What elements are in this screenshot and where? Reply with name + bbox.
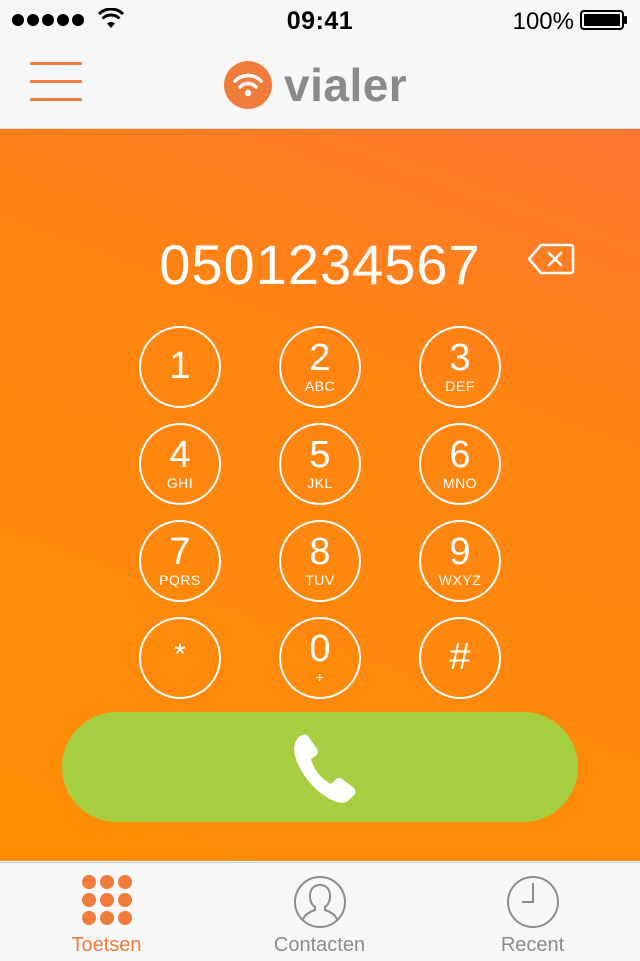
key-digit: 3 xyxy=(449,337,471,379)
key-6[interactable]: 6 MNO xyxy=(419,423,501,505)
key-letters: WXYZ xyxy=(438,572,482,588)
tab-contacten[interactable]: Contacten xyxy=(213,863,426,961)
key-letters: TUV xyxy=(305,572,335,588)
key-digit: 8 xyxy=(309,531,331,573)
key-digit: 2 xyxy=(309,337,331,379)
key-digit: 6 xyxy=(449,434,471,476)
key-7[interactable]: 7 PQRS xyxy=(139,520,221,602)
key-9[interactable]: 9 WXYZ xyxy=(419,520,501,602)
key-letters: MNO xyxy=(442,475,478,491)
tab-recent[interactable]: Recent xyxy=(426,863,639,961)
key-digit: 1 xyxy=(169,345,191,387)
battery-percent: 100% xyxy=(512,8,574,35)
tab-bar: Toetsen Contacten Recent xyxy=(0,862,640,961)
key-digit: 0 xyxy=(309,628,331,670)
menu-button[interactable] xyxy=(30,62,84,102)
key-digit: 9 xyxy=(449,531,471,573)
tab-label: Toetsen xyxy=(71,934,142,956)
key-digit: 7 xyxy=(169,531,191,573)
call-button[interactable] xyxy=(62,712,578,822)
keypad-icon xyxy=(81,875,132,925)
key-letters: PQRS xyxy=(159,572,201,588)
key-5[interactable]: 5 JKL xyxy=(279,423,361,505)
key-1[interactable]: 1 xyxy=(139,326,221,408)
clock-icon xyxy=(506,876,559,928)
key-star[interactable]: * xyxy=(139,617,221,699)
vialer-logo-icon xyxy=(224,61,272,109)
key-digit: 4 xyxy=(169,434,191,476)
dialer-panel: 0501234567 1 2 ABC 3 DEF 4 GHI 5 JKL 6 M… xyxy=(0,129,640,861)
key-digit: * xyxy=(174,638,186,671)
key-letters: JKL xyxy=(307,475,333,491)
key-2[interactable]: 2 ABC xyxy=(279,326,361,408)
key-hash[interactable]: # xyxy=(419,617,501,699)
phone-icon xyxy=(294,734,356,803)
backspace-icon[interactable] xyxy=(527,243,575,275)
nav-bar: vialer xyxy=(0,40,640,129)
battery-icon xyxy=(580,10,627,30)
key-letters: GHI xyxy=(166,475,194,491)
key-3[interactable]: 3 DEF xyxy=(419,326,501,408)
key-digit: 5 xyxy=(309,434,331,476)
key-letters: ABC xyxy=(304,378,336,394)
key-digit: # xyxy=(449,636,471,678)
key-4[interactable]: 4 GHI xyxy=(139,423,221,505)
contacts-icon xyxy=(293,876,346,928)
logo-text: vialer xyxy=(284,59,408,111)
key-letters: + xyxy=(315,669,325,685)
tab-label: Contacten xyxy=(273,934,366,956)
logo: vialer xyxy=(224,60,407,110)
key-8[interactable]: 8 TUV xyxy=(279,520,361,602)
tab-toetsen[interactable]: Toetsen xyxy=(0,863,213,961)
status-bar: 09:41 100% xyxy=(0,0,640,40)
key-0[interactable]: 0 + xyxy=(279,617,361,699)
key-letters: DEF xyxy=(445,378,475,394)
tab-label: Recent xyxy=(500,934,565,956)
